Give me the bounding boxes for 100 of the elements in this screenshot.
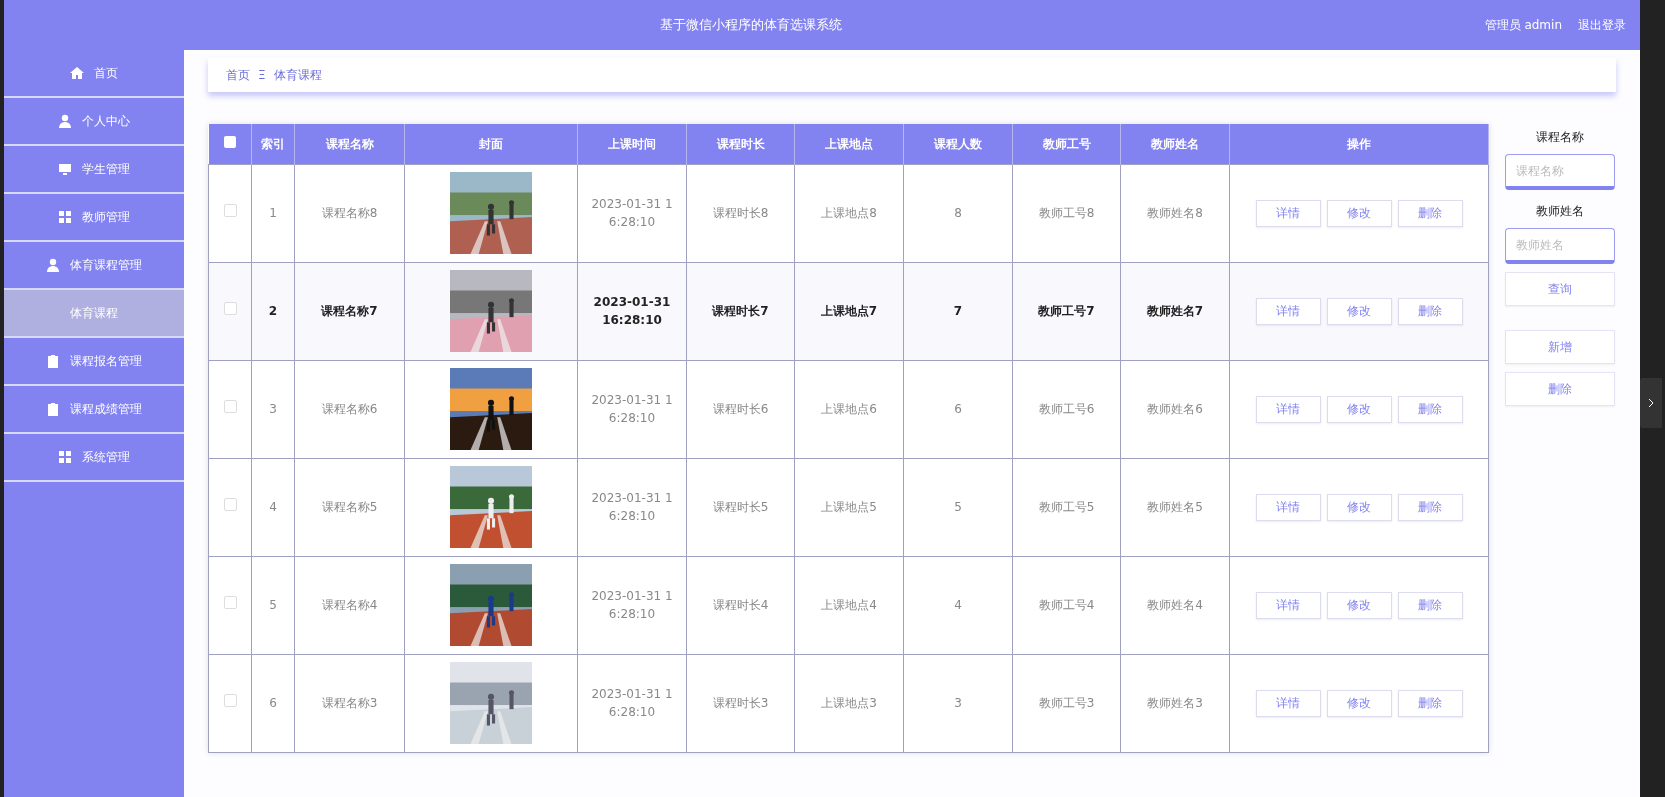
action-button[interactable]: 删除 bbox=[1397, 493, 1463, 521]
table-cell: 课程时长6 bbox=[686, 360, 795, 458]
table-cell: 上课地点8 bbox=[794, 164, 904, 262]
monitor-icon bbox=[58, 162, 72, 176]
action-button[interactable]: 详情 bbox=[1255, 493, 1321, 521]
panel-toggle[interactable] bbox=[1640, 378, 1662, 428]
action-button[interactable]: 删除 bbox=[1505, 372, 1615, 406]
table-cell: 教师姓名4 bbox=[1120, 556, 1230, 654]
column-header[interactable]: 上课时间 bbox=[577, 124, 687, 164]
table-cell: 2023-01-31 16:28:10 bbox=[577, 654, 687, 752]
table-cell: 教师工号6 bbox=[1012, 360, 1121, 458]
action-button[interactable]: 新增 bbox=[1505, 330, 1615, 364]
app-title: 基于微信小程序的体育选课系统 bbox=[659, 16, 844, 35]
row-checkbox[interactable] bbox=[223, 204, 237, 217]
table-cell: 2 bbox=[251, 262, 295, 360]
table-cell: 上课地点5 bbox=[794, 458, 904, 556]
action-button[interactable]: 删除 bbox=[1397, 591, 1463, 619]
search-field[interactable]: 课程名称 bbox=[1505, 154, 1615, 190]
table-cell: 教师姓名3 bbox=[1120, 654, 1230, 752]
row-checkbox[interactable] bbox=[223, 694, 237, 707]
home-icon bbox=[70, 66, 84, 80]
table-cell: 6 bbox=[251, 654, 295, 752]
table-cell: 课程名称4 bbox=[294, 556, 405, 654]
search-field[interactable]: 教师姓名 bbox=[1505, 228, 1615, 264]
table-cell: 上课地点3 bbox=[794, 654, 904, 752]
table-cell: 上课地点4 bbox=[794, 556, 904, 654]
table-cell: 课程时长3 bbox=[686, 654, 795, 752]
row-checkbox[interactable] bbox=[223, 302, 237, 315]
table-cell: 7 bbox=[903, 262, 1013, 360]
table-cell: 课程名称7 bbox=[294, 262, 405, 360]
clipboard-icon bbox=[46, 354, 60, 368]
action-button[interactable]: 修改 bbox=[1326, 493, 1392, 521]
breadcrumb-separator: Ξ bbox=[258, 67, 266, 84]
action-button[interactable]: 详情 bbox=[1255, 395, 1321, 423]
table-cell: 2023-01-31 16:28:10 bbox=[577, 262, 687, 360]
select-all-checkbox[interactable] bbox=[223, 135, 236, 148]
field-label: 教师姓名 bbox=[1535, 203, 1585, 220]
table-cell: 教师姓名7 bbox=[1120, 262, 1230, 360]
row-checkbox[interactable] bbox=[223, 596, 237, 609]
table-cell: 5 bbox=[903, 458, 1013, 556]
column-header[interactable]: 教师姓名 bbox=[1120, 124, 1230, 164]
table-cell: 4 bbox=[251, 458, 295, 556]
table-cell: 教师工号8 bbox=[1012, 164, 1121, 262]
column-header[interactable]: 上课地点 bbox=[794, 124, 904, 164]
table-cell: 课程时长7 bbox=[686, 262, 795, 360]
action-button[interactable]: 详情 bbox=[1255, 199, 1321, 227]
logout-link[interactable]: 退出登录 bbox=[1578, 16, 1626, 34]
table-cell: 2023-01-31 16:28:10 bbox=[577, 556, 687, 654]
clipboard-icon bbox=[46, 402, 60, 416]
table-cell: 教师工号4 bbox=[1012, 556, 1121, 654]
breadcrumb-link[interactable]: 首页 bbox=[226, 66, 250, 84]
column-header[interactable]: 教师工号 bbox=[1012, 124, 1121, 164]
table-cell: 课程名称5 bbox=[294, 458, 405, 556]
table-cell: 教师姓名8 bbox=[1120, 164, 1230, 262]
sidebar-item[interactable]: 体育课程 bbox=[4, 290, 184, 338]
action-button[interactable]: 删除 bbox=[1397, 297, 1463, 325]
column-header[interactable]: 操作 bbox=[1229, 124, 1489, 164]
table-cell: 2023-01-31 16:28:10 bbox=[577, 164, 687, 262]
column-header[interactable]: 封面 bbox=[404, 124, 578, 164]
action-button[interactable]: 修改 bbox=[1326, 199, 1392, 227]
table-cell: 2023-01-31 16:28:10 bbox=[577, 458, 687, 556]
table-cell: 教师工号3 bbox=[1012, 654, 1121, 752]
table-cell: 教师姓名6 bbox=[1120, 360, 1230, 458]
table-cell: 课程名称3 bbox=[294, 654, 405, 752]
table-cell: 上课地点6 bbox=[794, 360, 904, 458]
breadcrumb-current: 体育课程 bbox=[273, 67, 322, 84]
row-checkbox[interactable] bbox=[223, 400, 237, 413]
table-cell: 1 bbox=[251, 164, 295, 262]
table-cell: 5 bbox=[251, 556, 295, 654]
action-button[interactable]: 修改 bbox=[1326, 297, 1392, 325]
action-button[interactable]: 详情 bbox=[1255, 591, 1321, 619]
column-header[interactable]: 课程时长 bbox=[686, 124, 795, 164]
action-button[interactable]: 修改 bbox=[1326, 591, 1392, 619]
user-label: 管理员 admin bbox=[1484, 17, 1562, 34]
query-button[interactable]: 查询 bbox=[1505, 272, 1615, 306]
action-button[interactable]: 删除 bbox=[1397, 199, 1463, 227]
table-cell: 教师姓名5 bbox=[1120, 458, 1230, 556]
action-button[interactable]: 修改 bbox=[1326, 395, 1392, 423]
table-cell: 3 bbox=[903, 654, 1013, 752]
column-header[interactable]: 课程人数 bbox=[903, 124, 1013, 164]
grid-icon bbox=[58, 450, 72, 464]
column-header[interactable]: 索引 bbox=[251, 124, 295, 164]
action-button[interactable]: 修改 bbox=[1326, 689, 1392, 717]
person-icon bbox=[46, 258, 60, 272]
action-button[interactable]: 详情 bbox=[1255, 297, 1321, 325]
action-button[interactable]: 删除 bbox=[1397, 395, 1463, 423]
table-cell: 课程名称8 bbox=[294, 164, 405, 262]
table-cell: 8 bbox=[903, 164, 1013, 262]
action-button[interactable]: 删除 bbox=[1397, 689, 1463, 717]
chevron-right-icon bbox=[1646, 398, 1656, 408]
table-cell: 6 bbox=[903, 360, 1013, 458]
table-cell: 2023-01-31 16:28:10 bbox=[577, 360, 687, 458]
table-cell: 教师工号7 bbox=[1012, 262, 1121, 360]
action-button[interactable]: 详情 bbox=[1255, 689, 1321, 717]
table-cell: 3 bbox=[251, 360, 295, 458]
column-header[interactable]: 课程名称 bbox=[294, 124, 405, 164]
table-cell: 课程时长4 bbox=[686, 556, 795, 654]
table-cell: 课程时长5 bbox=[686, 458, 795, 556]
row-checkbox[interactable] bbox=[223, 498, 237, 511]
field-label: 课程名称 bbox=[1535, 129, 1585, 146]
